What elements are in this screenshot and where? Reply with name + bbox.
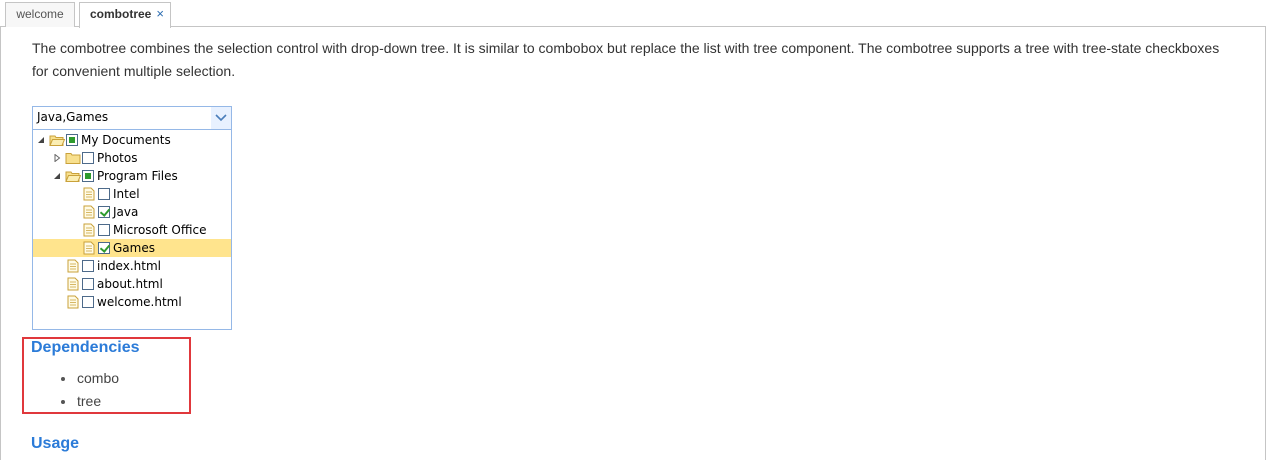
file-icon [65,257,81,275]
chevron-down-icon[interactable] [211,107,231,129]
open-folder-icon [49,131,65,149]
list-item: tree [61,390,119,413]
usage-heading: Usage [31,435,80,452]
tree-checkbox[interactable] [98,206,110,218]
tree-node-program-files[interactable]: Program Files [33,167,231,185]
combotree-field[interactable]: Java,Games [32,106,232,130]
open-folder-icon [65,167,81,185]
tree-node-label: about.html [97,277,163,291]
close-icon[interactable]: × [156,3,164,25]
tree-dropdown: My Documents Photos Program Files Intel [32,130,232,330]
tab-combotree[interactable]: combotree × [79,2,171,28]
tree-node-intel[interactable]: Intel [33,185,231,203]
tree-checkbox[interactable] [98,224,110,236]
tree-node-my-documents[interactable]: My Documents [33,131,231,149]
tab-welcome[interactable]: welcome [5,2,75,27]
dependencies-list: combo tree [61,367,119,413]
file-icon [65,275,81,293]
tree-node-label: Games [113,241,155,255]
collapsed-arrow-icon[interactable] [49,149,65,167]
list-item: combo [61,367,119,390]
tree-node-label: Program Files [97,169,178,183]
tree-checkbox[interactable] [82,278,94,290]
dependencies-heading: Dependencies [31,339,140,356]
file-icon [65,293,81,311]
tree-checkbox[interactable] [82,260,94,272]
tree-node-label: Photos [97,151,138,165]
tree-node-photos[interactable]: Photos [33,149,231,167]
tree-node-label: index.html [97,259,161,273]
expanded-arrow-icon[interactable] [49,167,65,185]
tree-node-welcome-html[interactable]: welcome.html [33,293,231,311]
description-text: The combotree combines the selection con… [32,40,1220,79]
tree-checkbox[interactable] [82,152,94,164]
tree-checkbox[interactable] [82,296,94,308]
tree-node-label: welcome.html [97,295,182,309]
tab-combotree-label: combotree [90,7,152,21]
tree-node-label: Java [113,205,139,219]
tree-node-index-html[interactable]: index.html [33,257,231,275]
folder-icon [65,149,81,167]
file-icon [81,185,97,203]
tree-checkbox[interactable] [66,134,78,146]
tree-checkbox[interactable] [82,170,94,182]
file-icon [81,239,97,257]
tree-node-microsoft-office[interactable]: Microsoft Office [33,221,231,239]
tree-checkbox[interactable] [98,188,110,200]
tree-node-about-html[interactable]: about.html [33,275,231,293]
file-icon [81,221,97,239]
file-icon [81,203,97,221]
combotree-value: Java,Games [37,110,109,124]
tree-node-label: My Documents [81,133,171,147]
tree-node-java[interactable]: Java [33,203,231,221]
tree-node-label: Intel [113,187,140,201]
tree-node-games[interactable]: Games [33,239,231,257]
expanded-arrow-icon[interactable] [33,131,49,149]
tab-welcome-label: welcome [16,7,64,21]
tab-bar: welcome combotree × [0,0,1266,28]
tree-checkbox[interactable] [98,242,110,254]
tree-node-label: Microsoft Office [113,223,207,237]
